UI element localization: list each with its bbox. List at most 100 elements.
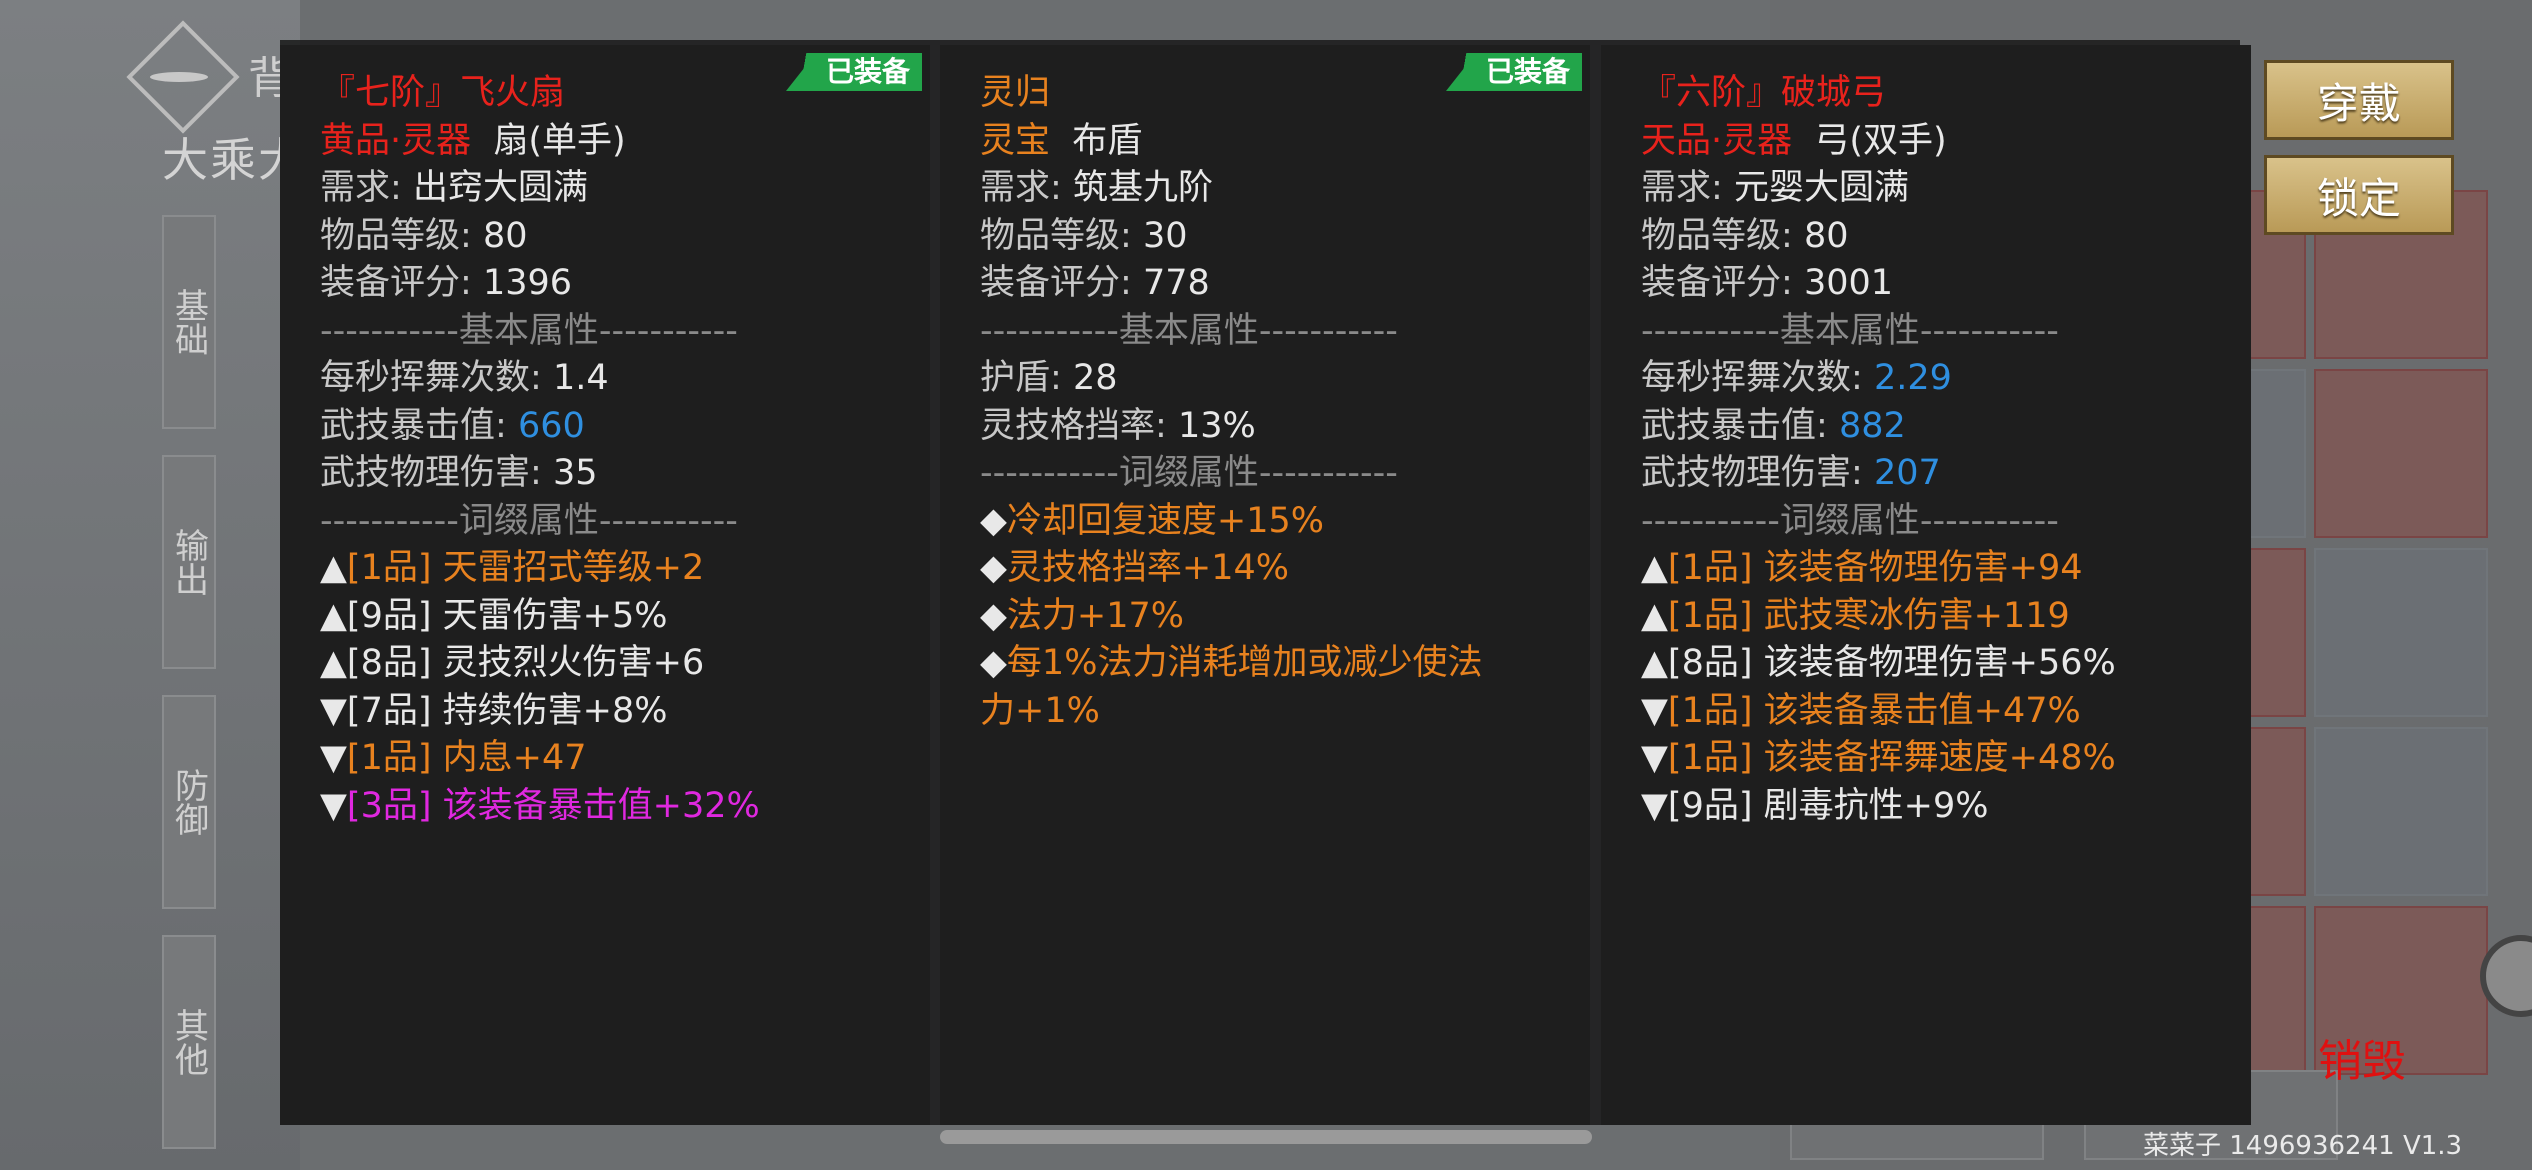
fish-icon xyxy=(150,72,208,82)
affix-tier: [3品] xyxy=(346,785,432,826)
diamond-icon: ◆ xyxy=(980,548,1007,588)
item-score: 3001 xyxy=(1803,263,1894,303)
affix-tier: [9品] xyxy=(1667,785,1753,826)
affix-text: 冷却回复速度+15% xyxy=(1006,500,1325,541)
down-arrow-icon: ▼ xyxy=(1641,785,1668,826)
tooltip-scrollbar[interactable] xyxy=(940,1130,1592,1144)
affix-separator: -----------词缀属性----------- xyxy=(1641,500,2059,541)
diamond-icon: ◆ xyxy=(980,643,1007,683)
level-label: 物品等级: xyxy=(980,215,1132,256)
attr-value: 35 xyxy=(552,453,598,493)
attr-value: 882 xyxy=(1838,405,1906,446)
down-arrow-icon: ▼ xyxy=(320,690,347,731)
item-type: 弓(双手) xyxy=(1814,120,1947,161)
equip-button[interactable]: 穿戴 xyxy=(2264,60,2454,140)
side-tab-other[interactable]: 其他 xyxy=(162,935,216,1149)
affix-text: 该装备暴击值+32% xyxy=(442,785,760,826)
attr-label: 武技暴击值: xyxy=(320,405,507,446)
item-requirement: 元婴大圆满 xyxy=(1733,168,1909,208)
item-score: 1396 xyxy=(482,263,573,303)
destroy-button[interactable]: 销毁 xyxy=(2318,1025,2406,1089)
affix-separator: -----------词缀属性----------- xyxy=(320,500,738,541)
affix-text: 天雷伤害+5% xyxy=(442,595,668,636)
level-label: 物品等级: xyxy=(1641,215,1793,256)
attr-label: 灵技格挡率: xyxy=(980,405,1167,446)
attr-value: 207 xyxy=(1873,453,1941,493)
affix-text: 灵技烈火伤害+6 xyxy=(442,643,705,683)
affix-text: 持续伤害+8% xyxy=(442,690,668,731)
affix-text-continued: 力+1% xyxy=(980,690,1100,731)
attr-label: 武技物理伤害: xyxy=(1641,453,1863,493)
base-attr-separator: -----------基本属性----------- xyxy=(980,310,1398,351)
side-tab-defense[interactable]: 防御 xyxy=(162,695,216,909)
up-arrow-icon: ▲ xyxy=(320,643,347,683)
item-grade: 黄品·灵器 xyxy=(320,120,472,161)
equipped-badge: 已装备 xyxy=(1445,53,1582,91)
inventory-slot[interactable] xyxy=(2314,369,2488,538)
equipped-badge: 已装备 xyxy=(785,53,922,91)
attr-label: 每秒挥舞次数: xyxy=(320,358,542,398)
affix-tier: [1品] xyxy=(1667,548,1753,588)
affix-text: 每1%法力消耗增加或减少使法 xyxy=(1006,643,1483,683)
item-name: 『六阶』破城弓 xyxy=(1641,73,1887,113)
affix-text: 灵技格挡率+14% xyxy=(1006,548,1290,588)
item-type: 布盾 xyxy=(1072,120,1143,161)
item-level: 80 xyxy=(1803,215,1849,256)
affix-tier: [8品] xyxy=(346,643,432,683)
score-label: 装备评分: xyxy=(320,263,472,303)
affix-text: 该装备物理伤害+56% xyxy=(1763,643,2116,683)
diamond-icon: ◆ xyxy=(980,500,1007,541)
inventory-slot[interactable] xyxy=(2314,727,2488,896)
lock-button[interactable]: 锁定 xyxy=(2264,155,2454,235)
req-label: 需求: xyxy=(980,168,1062,208)
attr-value: 28 xyxy=(1072,358,1118,398)
up-arrow-icon: ▲ xyxy=(1641,595,1668,636)
attr-label: 武技物理伤害: xyxy=(320,453,542,493)
affix-text: 剧毒抗性+9% xyxy=(1763,785,1989,826)
base-attr-separator: -----------基本属性----------- xyxy=(320,310,738,351)
side-tab-basic[interactable]: 基础 xyxy=(162,215,216,429)
player-id-version: 菜菜子 1496936241 V1.3 xyxy=(2143,1131,2463,1161)
affix-text: 法力+17% xyxy=(1006,595,1185,636)
item-grade: 灵宝 xyxy=(980,120,1051,161)
score-label: 装备评分: xyxy=(1641,263,1793,303)
affix-tier: [8品] xyxy=(1667,643,1753,683)
affix-tier: [7品] xyxy=(346,690,432,731)
affix-tier: [1品] xyxy=(346,738,432,778)
up-arrow-icon: ▲ xyxy=(320,595,347,636)
attr-value: 2.29 xyxy=(1873,358,1952,398)
item-grade: 天品·灵器 xyxy=(1641,120,1793,161)
down-arrow-icon: ▼ xyxy=(320,738,347,778)
level-label: 物品等级: xyxy=(320,215,472,256)
item-type: 扇(单手) xyxy=(493,120,626,161)
up-arrow-icon: ▲ xyxy=(1641,643,1668,683)
affix-separator: -----------词缀属性----------- xyxy=(980,453,1398,493)
attr-label: 护盾: xyxy=(980,358,1062,398)
inventory-slot[interactable] xyxy=(2314,548,2488,717)
affix-text: 该装备暴击值+47% xyxy=(1763,690,2081,731)
attr-value: 13% xyxy=(1177,405,1256,446)
affix-tier: [1品] xyxy=(1667,738,1753,778)
base-attr-separator: -----------基本属性----------- xyxy=(1641,310,2059,351)
affix-tier: [9品] xyxy=(346,595,432,636)
diamond-icon: ◆ xyxy=(980,595,1007,636)
item-tooltip-equipped-weapon: 已装备 『七阶』飞火扇 黄品·灵器 扇(单手) 需求: 出窍大圆满 物品等级: … xyxy=(280,45,930,1125)
affix-text: 武技寒冰伤害+119 xyxy=(1763,595,2070,636)
side-tab-output[interactable]: 输出 xyxy=(162,455,216,669)
down-arrow-icon: ▼ xyxy=(1641,738,1668,778)
affix-tier: [1品] xyxy=(346,548,432,588)
item-level: 80 xyxy=(482,215,528,256)
attr-label: 每秒挥舞次数: xyxy=(1641,358,1863,398)
attr-value: 1.4 xyxy=(552,358,609,398)
affix-text: 该装备物理伤害+94 xyxy=(1763,548,2083,588)
affix-tier: [1品] xyxy=(1667,690,1753,731)
affix-text: 内息+47 xyxy=(442,738,587,778)
up-arrow-icon: ▲ xyxy=(320,548,347,588)
attr-label: 武技暴击值: xyxy=(1641,405,1828,446)
affix-tier: [1品] xyxy=(1667,595,1753,636)
req-label: 需求: xyxy=(1641,168,1723,208)
req-label: 需求: xyxy=(320,168,402,208)
down-arrow-icon: ▼ xyxy=(320,785,347,826)
item-score: 778 xyxy=(1142,263,1210,303)
down-arrow-icon: ▼ xyxy=(1641,690,1668,731)
